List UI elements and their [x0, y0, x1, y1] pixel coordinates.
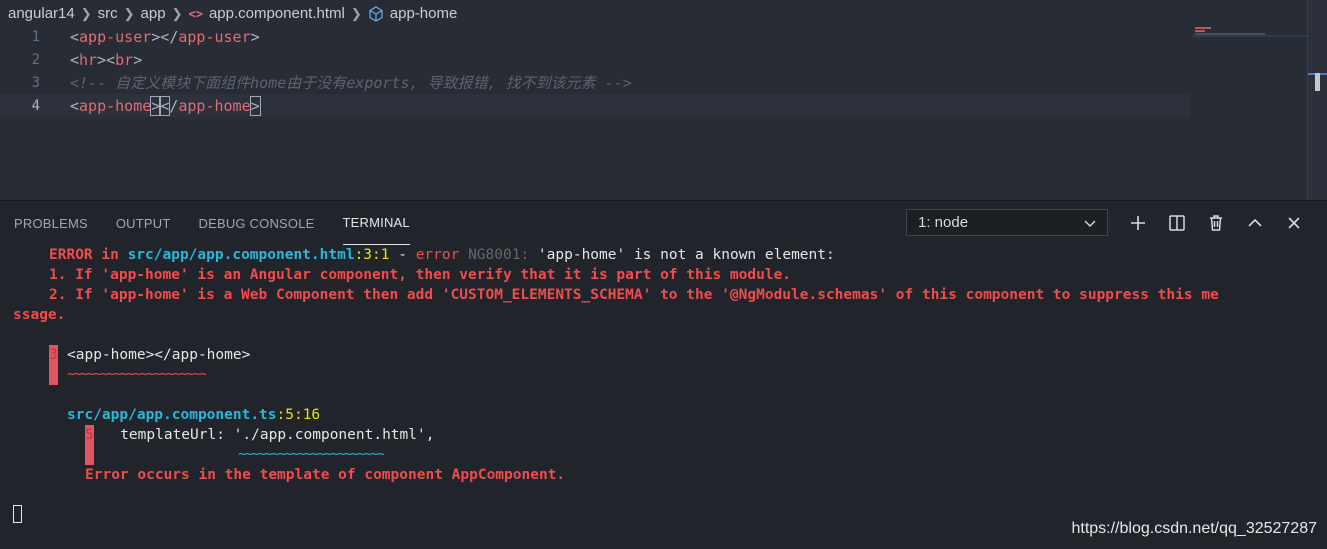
- tag-name: app-user: [79, 27, 152, 46]
- panel-tabs: PROBLEMS OUTPUT DEBUG CONSOLE TERMINAL: [0, 201, 424, 245]
- chevron-right-icon: ❯: [171, 5, 183, 21]
- tag-name: br: [115, 50, 134, 69]
- code-text: <app-user></app-user>: [70, 27, 260, 46]
- plus-icon[interactable]: [1125, 209, 1151, 237]
- panel-actions: [1125, 209, 1320, 237]
- chevron-right-icon: ❯: [350, 5, 362, 21]
- code-text: <hr><br>: [70, 50, 143, 69]
- terminal-cursor: [13, 505, 22, 523]
- terminal-error-line: ERROR in src/app/app.component.html:3:1 …: [49, 247, 835, 263]
- terminal-select[interactable]: 1: node: [906, 209, 1108, 236]
- terminal-line: 2. If 'app-home' is a Web Component then…: [49, 287, 1219, 303]
- watermark: https://blog.csdn.net/qq_32527287: [1071, 520, 1317, 537]
- tab-problems[interactable]: PROBLEMS: [14, 201, 88, 245]
- terminal-line: 1. If 'app-home' is an Angular component…: [49, 267, 792, 283]
- terminal-snippet: <app-home></app-home>: [67, 347, 251, 363]
- tab-terminal[interactable]: TERMINAL: [342, 201, 410, 245]
- terminal-line: Error occurs in the template of componen…: [85, 467, 566, 483]
- chevron-up-icon[interactable]: [1242, 209, 1268, 237]
- cube-icon: [368, 5, 384, 22]
- tab-output[interactable]: OUTPUT: [116, 201, 171, 245]
- bottom-panel: PROBLEMS OUTPUT DEBUG CONSOLE TERMINAL 1…: [0, 200, 1327, 549]
- chevron-right-icon: ❯: [80, 5, 92, 21]
- code-editor[interactable]: 1 <app-user></app-user> 2 <hr><br> 3 <!-…: [0, 27, 1307, 200]
- breadcrumb-item-angular14[interactable]: angular14: [8, 5, 75, 22]
- line-number: 1: [31, 28, 40, 45]
- terminal-ref-line: src/app/app.component.ts:5:16: [67, 407, 321, 423]
- breadcrumb: angular14 ❯ src ❯ app ❯ <> app.component…: [0, 0, 1327, 27]
- error-squiggle: ~~~~~~~~~~~~~~~~~~~~~~: [238, 451, 384, 459]
- code-line: 3 <!-- 自定义模块下面组件home由于没有exports, 导致报错, 找…: [0, 71, 1190, 94]
- code-text: <app-home></app-home>: [70, 95, 261, 116]
- scroll-thumb[interactable]: [1315, 73, 1320, 91]
- close-icon[interactable]: [1281, 209, 1307, 237]
- breadcrumb-item-src[interactable]: src: [98, 5, 118, 22]
- line-number: 2: [31, 51, 40, 68]
- editor-scrollbar[interactable]: [1307, 0, 1327, 200]
- chevron-right-icon: ❯: [123, 5, 135, 21]
- breadcrumb-item-app[interactable]: app: [141, 5, 166, 22]
- tag-name: app-user: [178, 27, 251, 46]
- line-number: 3: [31, 74, 40, 91]
- terminal-output[interactable]: ERROR in src/app/app.component.html:3:1 …: [0, 245, 1327, 549]
- snippet-line-number: 3: [49, 347, 58, 363]
- error-squiggle: ~~~~~~~~~~~~~~~~~~~~~: [67, 371, 207, 379]
- breadcrumb-item-file[interactable]: app.component.html: [209, 5, 345, 22]
- minimap[interactable]: [1192, 27, 1307, 200]
- chevron-down-icon: [1083, 216, 1097, 234]
- breadcrumb-item-app-home[interactable]: app-home: [390, 5, 458, 22]
- code-line: 2 <hr><br>: [0, 48, 1190, 71]
- trash-icon[interactable]: [1203, 209, 1229, 237]
- code-line: 1 <app-user></app-user>: [0, 25, 1190, 48]
- tab-debug-console[interactable]: DEBUG CONSOLE: [199, 201, 315, 245]
- tag-name: app-home: [178, 96, 251, 115]
- terminal-line: ssage.: [13, 307, 66, 323]
- terminal-snippet: templateUrl: './app.component.html',: [94, 427, 435, 443]
- html-file-icon: <>: [188, 6, 203, 21]
- split-terminal-icon[interactable]: [1164, 209, 1190, 237]
- terminal-select-value: 1: node: [918, 214, 969, 231]
- code-line-current: 4 <app-home></app-home>: [0, 94, 1190, 117]
- tag-name: app-home: [79, 96, 152, 115]
- tag-name: hr: [79, 50, 98, 69]
- code-comment: <!-- 自定义模块下面组件home由于没有exports, 导致报错, 找不到…: [70, 74, 632, 92]
- line-number: 4: [31, 97, 40, 114]
- snippet-line-number: 5: [85, 427, 94, 443]
